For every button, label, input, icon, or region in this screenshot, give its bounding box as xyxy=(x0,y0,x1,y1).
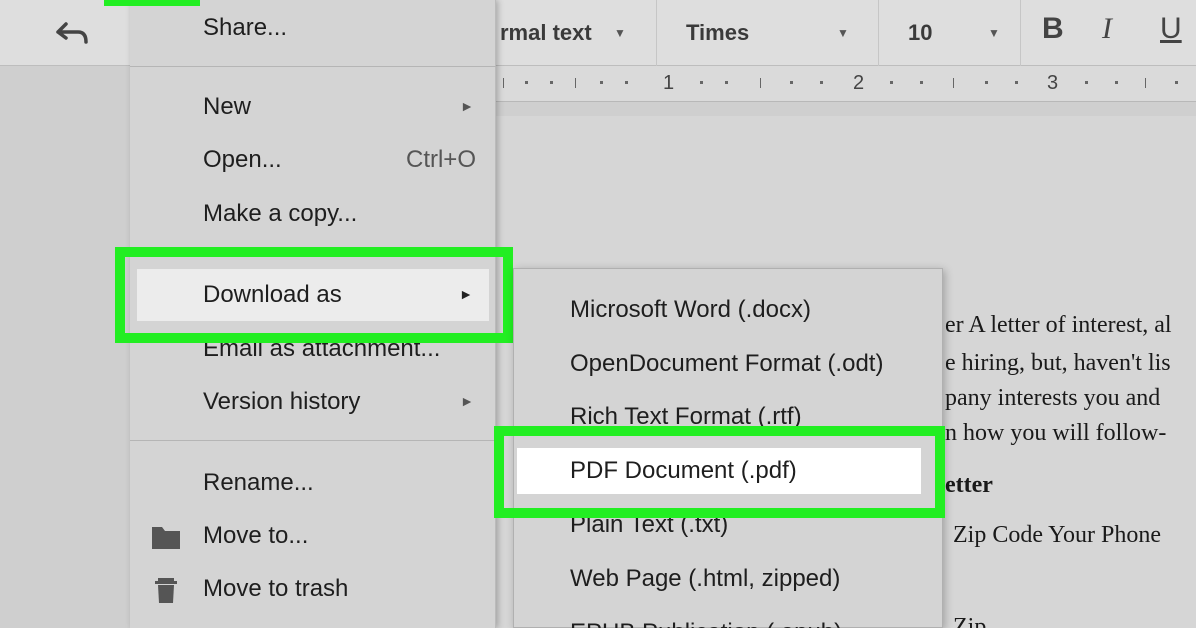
paragraph-style-dropdown-icon[interactable]: ▼ xyxy=(614,26,626,40)
toolbar-divider xyxy=(1020,0,1021,66)
menu-divider xyxy=(130,66,496,67)
ruler-dot xyxy=(550,81,553,84)
undo-icon[interactable] xyxy=(52,16,92,50)
paragraph-style-select[interactable]: rmal text xyxy=(500,0,592,66)
submenu-arrow-icon: ► xyxy=(460,98,474,114)
menu-item-label: Share... xyxy=(203,14,288,41)
menu-item-label: Move to... xyxy=(203,522,309,549)
ruler-dot xyxy=(790,81,793,84)
font-dropdown-icon[interactable]: ▼ xyxy=(837,26,849,40)
ruler-dot xyxy=(1085,81,1088,84)
document-text-line: er A letter of interest, al xyxy=(945,312,1172,338)
document-text-line: pany interests you and xyxy=(945,385,1161,411)
ruler-mark: 1 xyxy=(663,72,675,94)
paragraph-style-value: rmal text xyxy=(500,20,592,45)
document-text-line: n how you will follow- xyxy=(945,420,1167,446)
menu-item-version-history[interactable]: Version history ► xyxy=(130,376,496,428)
ruler-mark: 3 xyxy=(1047,72,1059,94)
ruler-dot xyxy=(890,81,893,84)
ruler-dot xyxy=(820,81,823,84)
toolbar-divider xyxy=(878,0,879,66)
menu-item-label: Open... xyxy=(203,146,282,173)
trash-icon xyxy=(155,578,177,603)
submenu-item-docx[interactable]: Microsoft Word (.docx) xyxy=(514,284,944,336)
ruler-dot xyxy=(1015,81,1018,84)
menu-item-share[interactable]: Share... xyxy=(130,2,496,54)
document-heading-text: etter xyxy=(945,472,993,498)
ruler-dot xyxy=(725,81,728,84)
font-value: Times xyxy=(686,20,750,45)
highlight-box-top-fragment xyxy=(104,0,200,6)
menu-item-label: Make a copy... xyxy=(203,200,358,227)
ruler-tick xyxy=(760,78,761,88)
menu-item-label: New xyxy=(203,93,252,120)
submenu-item-epub[interactable]: EPUB Publication (.epub) xyxy=(514,607,944,628)
italic-button[interactable]: I xyxy=(1102,12,1112,46)
menu-divider xyxy=(130,440,496,441)
ruler-tick xyxy=(503,78,504,88)
menu-item-label: Move to trash xyxy=(203,575,349,602)
menu-item-make-a-copy[interactable]: Make a copy... xyxy=(130,188,496,240)
ruler-dot xyxy=(700,81,703,84)
ruler-dot xyxy=(600,81,603,84)
menu-item-move-to[interactable]: Move to... xyxy=(130,510,496,562)
menu-item-move-to-trash[interactable]: Move to trash xyxy=(130,563,496,615)
font-size-value: 10 xyxy=(908,20,933,45)
menu-item-shortcut: Ctrl+O xyxy=(405,146,476,173)
ruler-dot xyxy=(525,81,528,84)
highlight-box-download-as xyxy=(115,247,513,343)
submenu-item-label: EPUB Publication (.epub) xyxy=(570,619,842,628)
font-size-dropdown-icon[interactable]: ▼ xyxy=(988,26,1000,40)
ruler-dot xyxy=(1175,81,1178,84)
underline-button[interactable]: U xyxy=(1160,12,1182,46)
ruler-tick xyxy=(1145,78,1146,88)
ruler-dot xyxy=(985,81,988,84)
font-size-select[interactable]: 10 xyxy=(908,0,932,66)
ruler-dot xyxy=(1115,81,1118,84)
menu-item-open[interactable]: Open... Ctrl+O xyxy=(130,134,496,186)
ruler[interactable]: 1 2 3 xyxy=(495,66,1196,102)
submenu-item-odt[interactable]: OpenDocument Format (.odt) xyxy=(514,338,944,390)
menu-item-rename[interactable]: Rename... xyxy=(130,457,496,509)
font-select[interactable]: Times xyxy=(686,0,749,66)
ruler-tick xyxy=(575,78,576,88)
ruler-tick xyxy=(953,78,954,88)
document-text-line: Zip Code Your Phone xyxy=(953,522,1162,548)
submenu-item-html[interactable]: Web Page (.html, zipped) xyxy=(514,553,944,605)
highlight-box-pdf xyxy=(494,426,945,518)
bold-button[interactable]: B xyxy=(1042,12,1064,46)
ruler-dot xyxy=(625,81,628,84)
submenu-item-label: Microsoft Word (.docx) xyxy=(570,296,811,323)
toolbar-divider xyxy=(656,0,657,66)
menu-item-label: Version history xyxy=(203,388,361,415)
ruler-dot xyxy=(920,81,923,84)
submenu-item-label: Web Page (.html, zipped) xyxy=(570,565,841,592)
folder-icon xyxy=(152,527,180,549)
menu-item-new[interactable]: New ► xyxy=(130,81,496,133)
ruler-mark: 2 xyxy=(853,72,865,94)
document-text-line: e hiring, but, haven't lis xyxy=(945,350,1171,376)
submenu-arrow-icon: ► xyxy=(460,393,474,409)
document-text-line: Zip xyxy=(953,614,987,628)
submenu-item-label: OpenDocument Format (.odt) xyxy=(570,350,884,377)
menu-item-label: Rename... xyxy=(203,469,314,496)
